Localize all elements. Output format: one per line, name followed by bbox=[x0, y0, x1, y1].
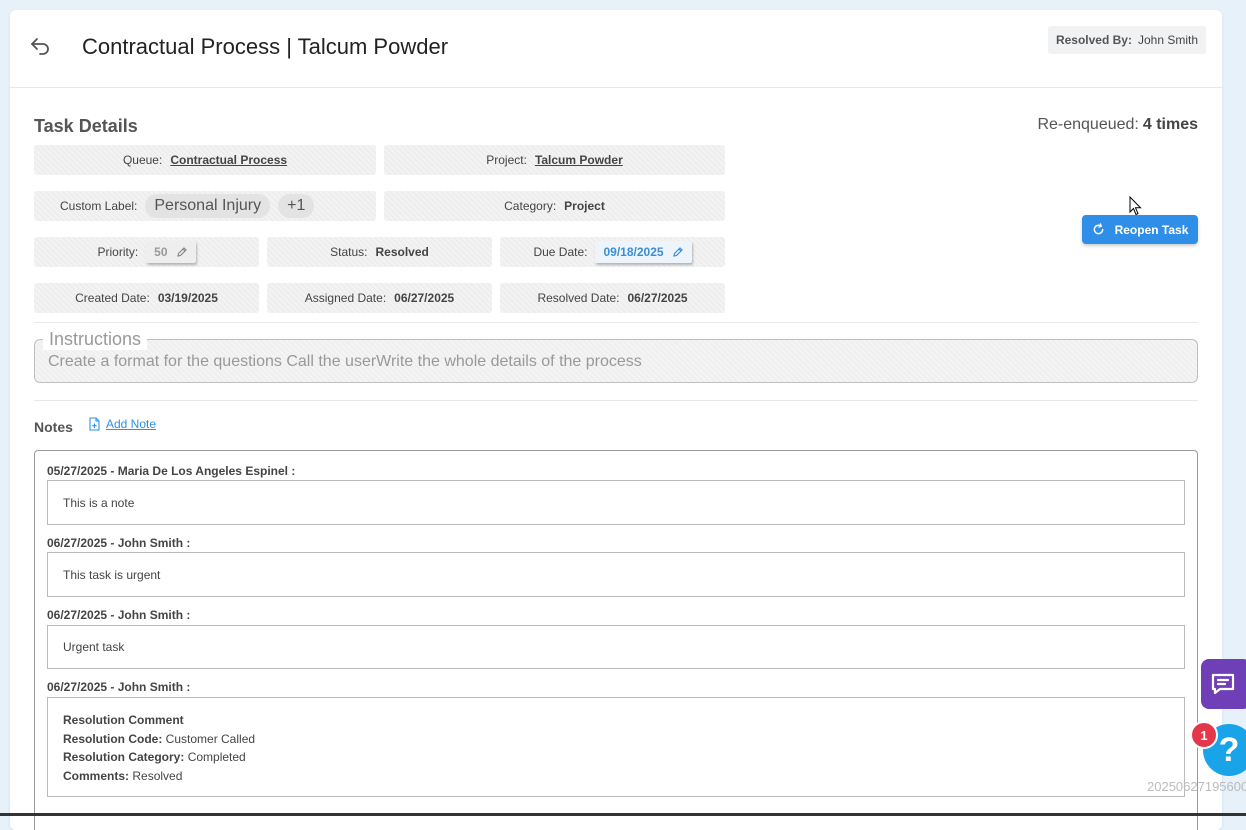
notification-badge: 1 bbox=[1190, 721, 1218, 749]
pencil-icon[interactable] bbox=[176, 246, 188, 258]
due-date-field: Due Date: 09/18/2025 bbox=[500, 237, 725, 267]
assigned-date-value: 06/27/2025 bbox=[394, 291, 455, 305]
task-card: Contractual Process | Talcum Powder Reso… bbox=[10, 10, 1222, 830]
resolution-code-label: Resolution Code: bbox=[63, 731, 163, 746]
watermark-text: 20250627195600 bbox=[1147, 779, 1246, 794]
resolution-note-body: Resolution Comment Resolution Code: Cust… bbox=[47, 697, 1185, 797]
resolution-comments-label: Comments: bbox=[63, 768, 130, 783]
queue-field: Queue: Contractual Process bbox=[34, 145, 376, 175]
resolved-by-value: John Smith bbox=[1137, 33, 1198, 47]
add-document-icon bbox=[89, 417, 100, 431]
note-body: This is a note bbox=[47, 480, 1185, 525]
instructions-field: Instructions Create a format for the que… bbox=[34, 329, 1198, 383]
custom-label-label: Custom Label: bbox=[60, 199, 138, 213]
notes-list: 05/27/2025 - Maria De Los Angeles Espine… bbox=[34, 450, 1198, 830]
reopen-task-label: Reopen Task bbox=[1114, 222, 1189, 237]
resolved-by-label: Resolved By: bbox=[1055, 33, 1132, 47]
page-header: Contractual Process | Talcum Powder Reso… bbox=[10, 10, 1222, 88]
queue-link[interactable]: Contractual Process bbox=[170, 153, 287, 167]
due-date-value: 09/18/2025 bbox=[603, 245, 664, 259]
note-header: 06/27/2025 - John Smith : bbox=[47, 536, 191, 550]
status-field: Status: Resolved bbox=[267, 237, 492, 267]
due-date-label: Due Date: bbox=[533, 245, 588, 259]
reenqueued-value: 4 times bbox=[1142, 116, 1198, 133]
resolution-title: Resolution Comment bbox=[63, 713, 184, 727]
status-value: Resolved bbox=[375, 245, 429, 259]
queue-label: Queue: bbox=[122, 153, 163, 167]
note-header: 06/27/2025 - John Smith : bbox=[47, 608, 191, 622]
created-date-field: Created Date: 03/19/2025 bbox=[34, 283, 259, 313]
pencil-icon[interactable] bbox=[672, 246, 684, 258]
mouse-cursor-icon bbox=[1129, 196, 1142, 216]
note-body: Urgent task bbox=[47, 625, 1185, 669]
priority-edit[interactable]: 50 bbox=[146, 241, 196, 263]
page-title: Contractual Process | Talcum Powder bbox=[82, 34, 449, 59]
reopen-task-button[interactable]: Reopen Task bbox=[1082, 215, 1198, 244]
resolved-by-badge: Resolved By: John Smith bbox=[1047, 26, 1206, 54]
resolved-date-value: 06/27/2025 bbox=[627, 291, 688, 305]
instructions-legend: Instructions bbox=[43, 329, 148, 350]
reenqueued-label: Re-enqueued: bbox=[1037, 116, 1139, 133]
notes-label: Notes bbox=[34, 419, 73, 435]
note-body: This task is urgent bbox=[47, 552, 1185, 597]
assigned-date-label: Assigned Date: bbox=[304, 291, 387, 305]
created-date-label: Created Date: bbox=[75, 291, 150, 305]
category-field: Category: Project bbox=[384, 191, 725, 221]
due-date-edit[interactable]: 09/18/2025 bbox=[595, 241, 692, 263]
resolution-code-value: Customer Called bbox=[165, 731, 256, 746]
project-link[interactable]: Talcum Powder bbox=[535, 153, 623, 167]
resolution-comments-value: Resolved bbox=[132, 768, 183, 783]
task-details-title: Task Details bbox=[34, 116, 138, 136]
resolution-category-label: Resolution Category: bbox=[63, 750, 185, 764]
resolved-date-field: Resolved Date: 06/27/2025 bbox=[500, 283, 725, 313]
category-label: Category: bbox=[504, 199, 557, 213]
created-date-value: 03/19/2025 bbox=[157, 291, 218, 305]
divider bbox=[34, 322, 1198, 323]
status-label: Status: bbox=[330, 245, 368, 259]
chat-bubble-icon bbox=[1211, 673, 1235, 695]
priority-field: Priority: 50 bbox=[34, 237, 259, 267]
assigned-date-field: Assigned Date: 06/27/2025 bbox=[267, 283, 492, 313]
resolved-date-label: Resolved Date: bbox=[537, 291, 620, 305]
note-header: 05/27/2025 - Maria De Los Angeles Espine… bbox=[47, 464, 296, 478]
project-field: Project: Talcum Powder bbox=[384, 145, 725, 175]
category-value: Project bbox=[564, 199, 605, 213]
priority-value: 50 bbox=[154, 245, 168, 259]
chat-widget-button[interactable] bbox=[1201, 659, 1246, 709]
note-header: 06/27/2025 - John Smith : bbox=[47, 680, 191, 694]
instructions-text: Create a format for the questions Call t… bbox=[48, 353, 642, 370]
refresh-icon bbox=[1093, 223, 1103, 235]
project-label: Project: bbox=[486, 153, 527, 167]
resolution-category-value: Completed bbox=[187, 750, 246, 764]
reenqueued-count: Re-enqueued: 4 times bbox=[1037, 116, 1198, 134]
back-arrow-icon[interactable] bbox=[28, 34, 52, 58]
custom-label-more-chip[interactable]: +1 bbox=[278, 194, 315, 218]
add-note-link[interactable]: Add Note bbox=[88, 417, 156, 431]
divider bbox=[34, 400, 1198, 401]
custom-label-chip[interactable]: Personal Injury bbox=[145, 194, 271, 218]
add-note-label: Add Note bbox=[106, 417, 157, 431]
custom-label-field: Custom Label: Personal Injury +1 bbox=[34, 191, 376, 221]
priority-label: Priority: bbox=[97, 245, 139, 259]
